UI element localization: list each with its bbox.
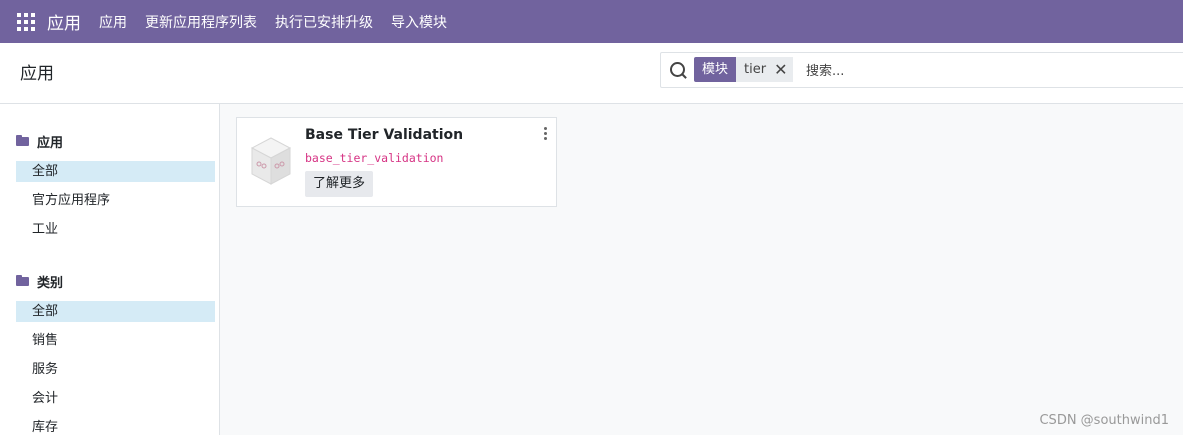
control-panel: 应用 模块 tier ✕ bbox=[0, 43, 1183, 104]
sidebar-item-services[interactable]: 服务 bbox=[16, 359, 215, 380]
folder-icon bbox=[16, 135, 29, 146]
menu-import-module[interactable]: 导入模块 bbox=[391, 12, 447, 32]
top-navbar: 应用 应用 更新应用程序列表 执行已安排升级 导入模块 bbox=[0, 0, 1183, 43]
close-icon[interactable]: ✕ bbox=[774, 57, 787, 82]
sidebar: 应用 全部 官方应用程序 工业 类别 全部 销售 服务 会计 库存 bbox=[0, 104, 220, 435]
sidebar-section-categories: 类别 bbox=[16, 272, 63, 291]
kebab-menu-icon[interactable] bbox=[544, 127, 547, 142]
menu-update-app-list[interactable]: 更新应用程序列表 bbox=[145, 12, 257, 32]
apps-grid-icon[interactable] bbox=[17, 12, 35, 31]
sidebar-item-industries[interactable]: 工业 bbox=[16, 219, 215, 240]
sidebar-item-inventory[interactable]: 库存 bbox=[16, 417, 215, 435]
sidebar-item-accounting[interactable]: 会计 bbox=[16, 388, 215, 409]
search-facet: 模块 tier ✕ bbox=[694, 57, 794, 82]
kanban-view: Base Tier Validation base_tier_validatio… bbox=[220, 104, 1183, 435]
watermark: CSDN @southwind1 bbox=[1039, 413, 1169, 428]
search-bar[interactable]: 模块 tier ✕ bbox=[660, 52, 1183, 88]
module-card[interactable]: Base Tier Validation base_tier_validatio… bbox=[236, 117, 557, 207]
sidebar-section-apps: 应用 bbox=[16, 132, 63, 151]
search-icon[interactable] bbox=[670, 62, 685, 77]
module-name: Base Tier Validation bbox=[305, 127, 464, 143]
sidebar-item-all-apps[interactable]: 全部 bbox=[16, 161, 215, 182]
module-technical-name: base_tier_validation bbox=[305, 151, 444, 165]
section-title: 类别 bbox=[37, 276, 64, 291]
menu-apps[interactable]: 应用 bbox=[99, 12, 127, 32]
sidebar-item-official-apps[interactable]: 官方应用程序 bbox=[16, 190, 215, 211]
section-title: 应用 bbox=[37, 136, 64, 151]
sidebar-item-sales[interactable]: 销售 bbox=[16, 330, 215, 351]
breadcrumb: 应用 bbox=[20, 64, 54, 84]
learn-more-button[interactable]: 了解更多 bbox=[305, 171, 374, 197]
facet-value-text: tier bbox=[744, 62, 767, 77]
facet-value: tier ✕ bbox=[736, 57, 794, 82]
folder-icon bbox=[16, 275, 29, 286]
facet-label: 模块 bbox=[694, 57, 737, 82]
app-brand[interactable]: 应用 bbox=[47, 9, 81, 34]
menu-apply-scheduled-upgrades[interactable]: 执行已安排升级 bbox=[275, 12, 373, 32]
search-input[interactable] bbox=[804, 60, 1108, 82]
module-box-icon bbox=[250, 137, 292, 185]
sidebar-item-all-categories[interactable]: 全部 bbox=[16, 301, 215, 322]
